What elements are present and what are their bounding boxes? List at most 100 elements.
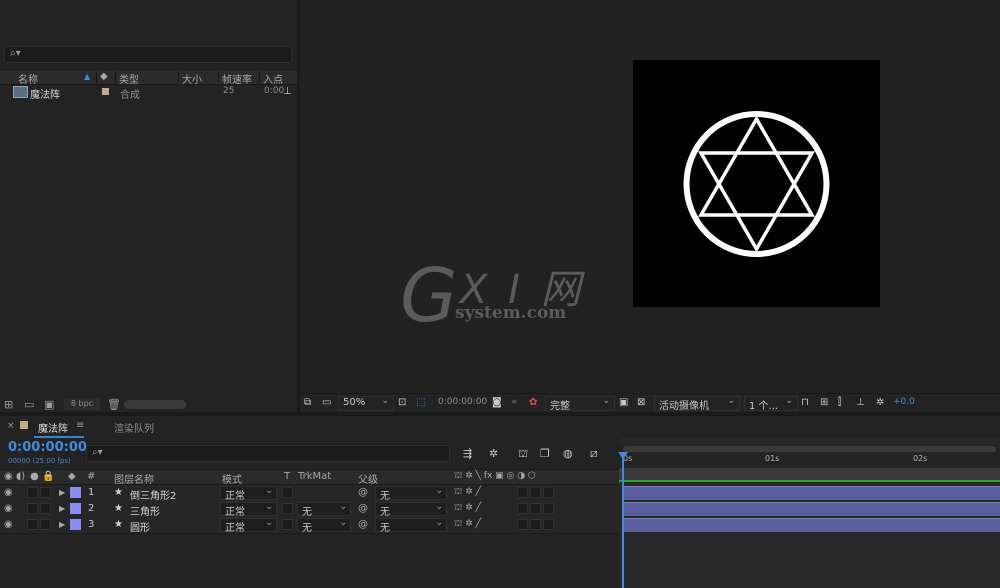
draft-3d-icon[interactable]: ✲ bbox=[489, 447, 498, 460]
expand-triangle-icon[interactable]: ▶ bbox=[59, 488, 65, 497]
layer-name[interactable]: 三角形 bbox=[130, 503, 160, 518]
switches-icons[interactable]: ⛫ ✲ ╲ fx ▣ ◎ ◑ ⬡ bbox=[454, 471, 536, 482]
graph-editor-icon[interactable]: ⧄ bbox=[590, 446, 598, 461]
motion-blur-icon[interactable]: ◍ bbox=[563, 447, 573, 460]
safe-margins-icon[interactable]: ⊡ bbox=[398, 397, 406, 408]
audio-switch[interactable] bbox=[27, 519, 38, 530]
preserve-transparency-switch[interactable] bbox=[282, 519, 293, 530]
layer-row[interactable]: ◉ ▶ 2 ★ 三角形 正常 ⌄ 无 ⌄ @ 无 ⌄ ⛫ ✲ ╱ bbox=[0, 501, 619, 518]
close-icon[interactable]: × bbox=[7, 421, 15, 431]
expand-triangle-icon[interactable]: ▶ bbox=[59, 504, 65, 513]
column-t[interactable]: T bbox=[284, 471, 290, 482]
column-fps[interactable]: 帧速率 bbox=[222, 71, 252, 86]
lock-switch[interactable] bbox=[40, 487, 51, 498]
audio-switch[interactable] bbox=[27, 503, 38, 514]
work-area-bar[interactable] bbox=[623, 446, 996, 452]
composition-canvas[interactable] bbox=[633, 60, 880, 307]
column-type[interactable]: 类型 bbox=[119, 71, 139, 86]
layer-switches[interactable]: ⛫ ✲ ╱ bbox=[454, 487, 481, 498]
blend-mode-dropdown[interactable]: 正常 ⌄ bbox=[220, 518, 277, 534]
layer-row[interactable]: ◉ ▶ 3 ★ 圆形 正常 ⌄ 无 ⌄ @ 无 ⌄ ⛫ ✲ ╱ bbox=[0, 517, 619, 534]
time-ruler[interactable]: 0s 01s 02s bbox=[619, 445, 1000, 468]
region-of-interest-icon[interactable]: ▣ bbox=[619, 397, 628, 408]
new-composition-icon[interactable]: ▣ bbox=[44, 398, 54, 411]
adjustment-switch[interactable] bbox=[530, 487, 541, 498]
pickwhip-icon[interactable]: @ bbox=[358, 503, 368, 514]
adjustment-switch[interactable] bbox=[530, 519, 541, 530]
motion-blur-switch[interactable] bbox=[517, 519, 528, 530]
transparency-grid-icon[interactable]: ⊠ bbox=[637, 397, 645, 408]
timeline-search-input[interactable]: ⌕▾ bbox=[86, 445, 450, 462]
interpret-footage-icon[interactable]: ⊞ bbox=[4, 398, 13, 411]
sort-ascending-icon[interactable]: ▲ bbox=[84, 72, 90, 81]
exposure-reset-icon[interactable]: ✲ bbox=[876, 397, 884, 408]
thumbnail-slider[interactable] bbox=[124, 400, 186, 409]
eye-icon[interactable]: ◉ bbox=[4, 487, 13, 498]
eye-icon[interactable]: ◉ bbox=[4, 503, 13, 514]
exposure-value[interactable]: +0.0 bbox=[893, 397, 915, 407]
composition-mini-flowchart-icon[interactable]: ⇶ bbox=[463, 447, 472, 460]
layer-row[interactable]: ◉ ▶ 1 ★ 倒三角形2 正常 ⌄ @ 无 ⌄ ⛫ ✲ ╱ bbox=[0, 485, 619, 502]
layer-switches[interactable]: ⛫ ✲ ╱ bbox=[454, 503, 481, 514]
trkmat-dropdown[interactable]: 无 ⌄ bbox=[297, 518, 351, 534]
column-name[interactable]: 名称 bbox=[18, 71, 38, 86]
layer-bar-1[interactable] bbox=[623, 486, 1000, 500]
timeline-empty-area[interactable] bbox=[0, 534, 619, 588]
pickwhip-icon[interactable]: @ bbox=[358, 487, 368, 498]
layer-bar-2[interactable] bbox=[623, 502, 1000, 516]
flowchart-icon[interactable]: ⊥ bbox=[283, 86, 292, 97]
camera-view-dropdown[interactable]: 活动摄像机 ⌄ bbox=[654, 396, 740, 412]
pickwhip-icon[interactable]: @ bbox=[358, 519, 368, 530]
motion-blur-switch[interactable] bbox=[517, 487, 528, 498]
timeline-timecode[interactable]: 0:00:00:00 bbox=[8, 440, 87, 455]
color-channels-icon[interactable]: ✿ bbox=[529, 397, 537, 408]
column-parent[interactable]: 父级 bbox=[358, 471, 378, 486]
3d-layer-switch[interactable] bbox=[543, 487, 554, 498]
trkmat-dropdown[interactable]: 无 ⌄ bbox=[297, 502, 351, 518]
adjustment-switch[interactable] bbox=[530, 503, 541, 514]
layer-label-swatch[interactable] bbox=[70, 487, 81, 498]
tab-render-queue[interactable]: 渲染队列 bbox=[114, 420, 154, 435]
project-search-input[interactable]: ⌕▾ bbox=[4, 46, 292, 63]
playhead-line[interactable] bbox=[622, 452, 624, 588]
preserve-transparency-switch[interactable] bbox=[282, 503, 293, 514]
panel-menu-icon[interactable]: ≡ bbox=[76, 420, 84, 431]
blend-mode-dropdown[interactable]: 正常 ⌄ bbox=[220, 486, 277, 502]
frame-blending-icon[interactable]: ❐ bbox=[540, 447, 550, 460]
audio-icon[interactable]: ◖) bbox=[16, 471, 25, 482]
project-bpc[interactable]: 8 bpc bbox=[64, 398, 100, 410]
layer-switches[interactable]: ⛫ ✲ ╱ bbox=[454, 519, 481, 530]
audio-switch[interactable] bbox=[27, 487, 38, 498]
lock-switch[interactable] bbox=[40, 519, 51, 530]
parent-dropdown[interactable]: 无 ⌄ bbox=[375, 518, 447, 534]
3d-layer-switch[interactable] bbox=[543, 503, 554, 514]
layer-label-swatch[interactable] bbox=[70, 519, 81, 530]
mask-visibility-icon[interactable]: ⬚ bbox=[416, 397, 425, 408]
preserve-transparency-switch[interactable] bbox=[282, 487, 293, 498]
lock-switch[interactable] bbox=[40, 503, 51, 514]
column-layer-name[interactable]: 图层名称 bbox=[114, 471, 154, 486]
layer-label-swatch[interactable] bbox=[70, 503, 81, 514]
eye-icon[interactable]: ◉ bbox=[4, 519, 13, 530]
parent-dropdown[interactable]: 无 ⌄ bbox=[375, 486, 447, 502]
toggle-pixel-aspect-icon[interactable]: ⊓ bbox=[801, 397, 809, 408]
layer-name[interactable]: 圆形 bbox=[130, 519, 150, 534]
tab-composition[interactable]: 魔法阵 bbox=[38, 420, 68, 435]
resolution-dropdown[interactable]: 完整 ⌄ bbox=[545, 396, 615, 412]
trash-icon[interactable]: 🗑 bbox=[107, 398, 121, 411]
layer-name[interactable]: 倒三角形2 bbox=[130, 487, 176, 502]
blend-mode-dropdown[interactable]: 正常 ⌄ bbox=[220, 502, 277, 518]
video-visibility-icon[interactable]: ◉ bbox=[4, 471, 13, 482]
fast-preview-icon[interactable]: ⊞ bbox=[820, 397, 828, 408]
zoom-dropdown[interactable]: 50% ⌄ bbox=[338, 396, 394, 411]
project-item-row[interactable]: 魔法阵 合成 25 0:00 ⊥ bbox=[0, 85, 297, 101]
column-trkmat[interactable]: TrkMat bbox=[298, 471, 331, 482]
solo-icon[interactable]: ● bbox=[30, 471, 39, 482]
playhead-handle[interactable] bbox=[618, 452, 628, 459]
motion-blur-switch[interactable] bbox=[517, 503, 528, 514]
always-preview-icon[interactable]: ⧉ bbox=[304, 397, 311, 408]
label-color-swatch[interactable] bbox=[102, 88, 109, 95]
view-layout-dropdown[interactable]: 1 个... ⌄ bbox=[744, 396, 798, 412]
flowchart-icon[interactable]: ⊥ bbox=[856, 397, 865, 408]
3d-layer-switch[interactable] bbox=[543, 519, 554, 530]
